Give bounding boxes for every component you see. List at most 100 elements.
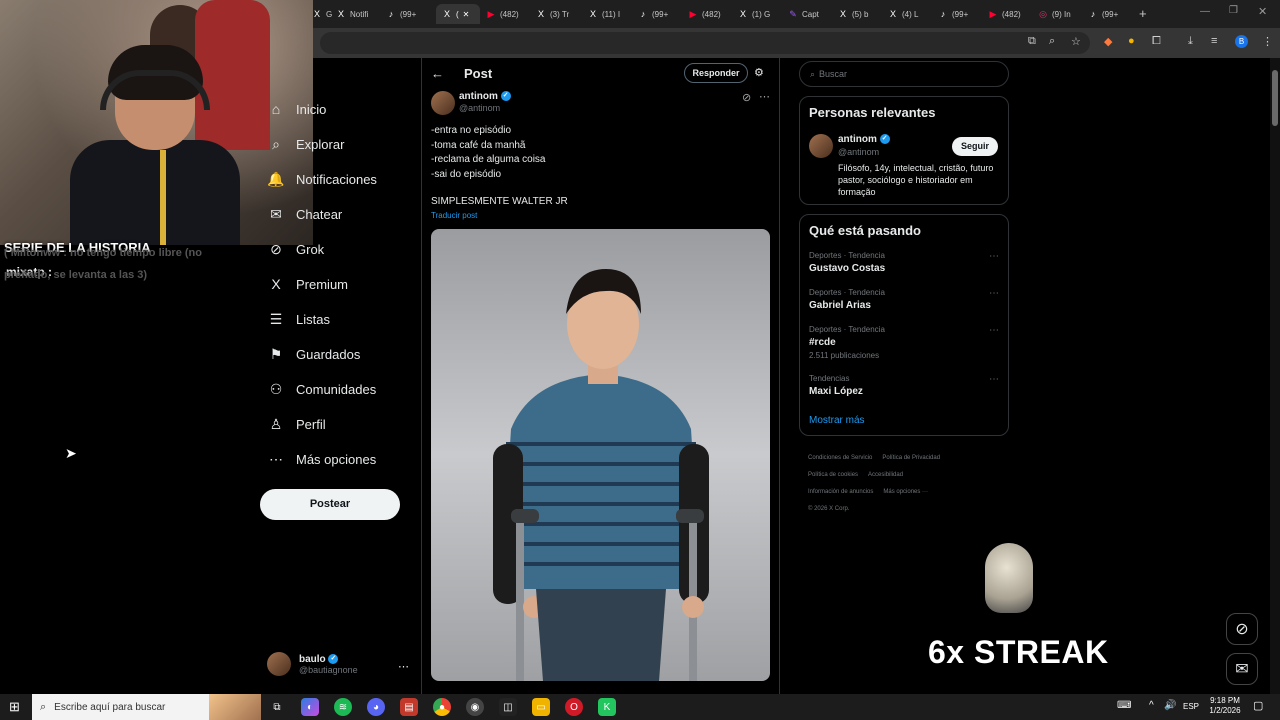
nav-item-listas[interactable]: ☰ Listas — [268, 311, 330, 327]
nav-item-guardados[interactable]: ⚑ Guardados — [268, 346, 361, 362]
account-more-icon[interactable]: ⋯ — [398, 660, 409, 673]
back-arrow-icon[interactable]: ← — [431, 66, 444, 81]
browser-tab[interactable]: ✎ Capt — [788, 4, 834, 24]
star-icon[interactable]: ☆ — [1071, 35, 1081, 48]
close-window-button[interactable]: ✕ — [1258, 5, 1267, 18]
footer-link[interactable]: Accesibilidad — [868, 472, 903, 478]
settings-sliders-icon[interactable]: ⚙ — [754, 66, 764, 79]
obs-icon[interactable]: ◉ — [466, 698, 484, 716]
close-tab-icon[interactable]: ✕ — [463, 10, 470, 19]
browser-tab[interactable]: X (3) Tr — [536, 4, 582, 24]
post-button[interactable]: Postear — [260, 489, 400, 520]
nav-item-notificaciones[interactable]: 🔔 Notificaciones — [267, 171, 377, 187]
trend-more-icon[interactable]: ⋯ — [989, 251, 999, 262]
maximize-button[interactable]: ❐ — [1229, 5, 1238, 16]
extensions-puzzle-icon[interactable]: ⧠ — [1152, 35, 1161, 48]
trend-item[interactable]: Deportes · Tendencia #rcde 2.511 publicaci… — [809, 325, 999, 360]
trend-item[interactable]: Deportes · Tendencia Gustavo Costas ⋯ — [809, 251, 999, 274]
trend-item[interactable]: Tendencias Maxi López ⋯ — [809, 374, 999, 397]
file-explorer-icon[interactable]: ▭ — [532, 698, 550, 716]
footer-link[interactable]: Más opciones ··· — [883, 489, 928, 495]
nav-item-inicio[interactable]: ⌂ Inicio — [268, 101, 327, 117]
nav-item-grok[interactable]: ⊘ Grok — [268, 241, 324, 257]
nav-item-explorar[interactable]: ⌕ Explorar — [268, 136, 344, 152]
nav-item-comunidades[interactable]: ⚇ Comunidades — [268, 381, 377, 397]
nav-item-chatear[interactable]: ✉ Chatear — [268, 206, 342, 222]
chevron-up-icon[interactable]: ^ — [1149, 700, 1154, 711]
footer-link[interactable]: Política de Privacidad — [882, 455, 940, 461]
volume-icon[interactable]: 🔊 — [1164, 700, 1176, 711]
browser-tab[interactable]: X (4) L — [888, 4, 934, 24]
browser-tab[interactable]: ♪ (99+ — [938, 4, 984, 24]
browser-tab[interactable]: ♪ (99+ — [1088, 4, 1134, 24]
trend-more-icon[interactable]: ⋯ — [989, 288, 999, 299]
capcut-icon[interactable]: ◫ — [499, 698, 517, 716]
browser-tab[interactable]: ▶ (482) — [688, 4, 734, 24]
windows-start-icon[interactable]: ⊞ — [9, 699, 20, 715]
footer-link[interactable]: Información de anuncios — [808, 489, 873, 495]
extension-icon[interactable]: ◆ — [1104, 35, 1112, 48]
browser-tab[interactable]: X (1) G — [738, 4, 784, 24]
chat-line: preñado, se levanta a las 3) — [4, 269, 148, 281]
taskbar-search-input[interactable]: Escribe aquí para buscar — [54, 702, 165, 713]
show-more-link[interactable]: Mostrar más — [809, 415, 865, 426]
nav-item-perfil[interactable]: ♙ Perfil — [268, 416, 326, 432]
copilot-icon[interactable]: ◐ — [301, 698, 319, 716]
author-avatar[interactable] — [431, 91, 455, 115]
messages-fab-icon[interactable]: ✉ — [1226, 653, 1258, 685]
browser-tab[interactable]: X (11) I — [588, 4, 634, 24]
extension-color-icon[interactable]: ● — [1128, 35, 1135, 47]
task-view-icon[interactable]: ⧉ — [268, 698, 286, 716]
follow-button[interactable]: Seguir — [952, 137, 998, 156]
taskbar-search-box[interactable]: ⌕ Escribe aquí para buscar — [32, 694, 261, 720]
browser-tab[interactable]: ◎ (9) In — [1038, 4, 1084, 24]
opera-icon[interactable]: O — [565, 698, 583, 716]
browser-menu-icon[interactable]: ⋮ — [1262, 35, 1273, 48]
post-image[interactable] — [431, 229, 770, 681]
notification-center-icon[interactable]: ▢ — [1253, 699, 1263, 712]
avatar[interactable] — [809, 134, 833, 158]
grok-fab-icon[interactable]: ⊘ — [1226, 613, 1258, 645]
browser-tab[interactable]: X (5) b — [838, 4, 884, 24]
search-input[interactable]: Buscar — [819, 69, 847, 79]
browser-tab[interactable]: X Notifi — [336, 4, 382, 24]
spotify-icon[interactable]: ≋ — [334, 698, 352, 716]
kick-icon[interactable]: K — [598, 698, 616, 716]
address-bar[interactable] — [320, 32, 1090, 54]
footer-link[interactable]: Política de cookies — [808, 472, 858, 478]
new-tab-button[interactable]: + — [1139, 6, 1147, 21]
nav-item-premium[interactable]: X Premium — [268, 276, 348, 292]
browser-tab[interactable]: ♪ (99+ — [638, 4, 684, 24]
language-indicator[interactable]: ESP — [1183, 702, 1199, 711]
trend-more-icon[interactable]: ⋯ — [989, 325, 999, 336]
more-icon[interactable]: ⋯ — [759, 90, 770, 103]
trend-item[interactable]: Deportes · Tendencia Gabriel Arias ⋯ — [809, 288, 999, 311]
browser-tab[interactable]: ▶ (482) — [988, 4, 1034, 24]
reply-button[interactable]: Responder — [684, 63, 748, 83]
browser-tab[interactable]: X (✕ — [436, 4, 480, 24]
keyboard-icon[interactable]: ⌨ — [1117, 700, 1131, 711]
scrollbar[interactable] — [1270, 58, 1280, 694]
media-control-icon[interactable]: ≡ — [1211, 35, 1217, 47]
voice-app-icon[interactable]: ▤ — [400, 698, 418, 716]
grok-icon[interactable]: ⊘ — [742, 91, 751, 104]
translate-post-link[interactable]: Traducir post — [431, 211, 477, 220]
zoom-icon[interactable]: ⌕ — [1049, 35, 1055, 48]
author-name-row[interactable]: antinom ✓ — [459, 91, 511, 102]
scrollbar-thumb[interactable] — [1272, 70, 1278, 126]
browser-tab[interactable]: ♪ (99+ — [386, 4, 432, 24]
discord-icon[interactable]: ◕ — [367, 698, 385, 716]
nav-item-m-s-opciones[interactable]: ⋯ Más opciones — [268, 451, 376, 467]
clock[interactable]: 9:18 PM 1/2/2026 — [1205, 696, 1245, 716]
minimize-button[interactable]: — — [1200, 6, 1210, 17]
download-icon[interactable]: ⤓ — [1188, 35, 1193, 48]
relevant-name-row[interactable]: antinom ✓ — [838, 134, 890, 145]
trend-more-icon[interactable]: ⋯ — [989, 374, 999, 385]
browser-tab[interactable]: ▶ (482) — [486, 4, 532, 24]
footer-link[interactable]: Condiciones de Servicio — [808, 455, 872, 461]
profile-avatar[interactable]: B — [1235, 35, 1248, 48]
account-switcher[interactable]: baulo ✓ @bautiagnone — [267, 652, 358, 676]
search-box[interactable]: ⌕ Buscar — [799, 61, 1009, 87]
chrome-icon[interactable]: ● — [433, 698, 451, 716]
cast-icon[interactable]: ⧉ — [1028, 35, 1036, 48]
